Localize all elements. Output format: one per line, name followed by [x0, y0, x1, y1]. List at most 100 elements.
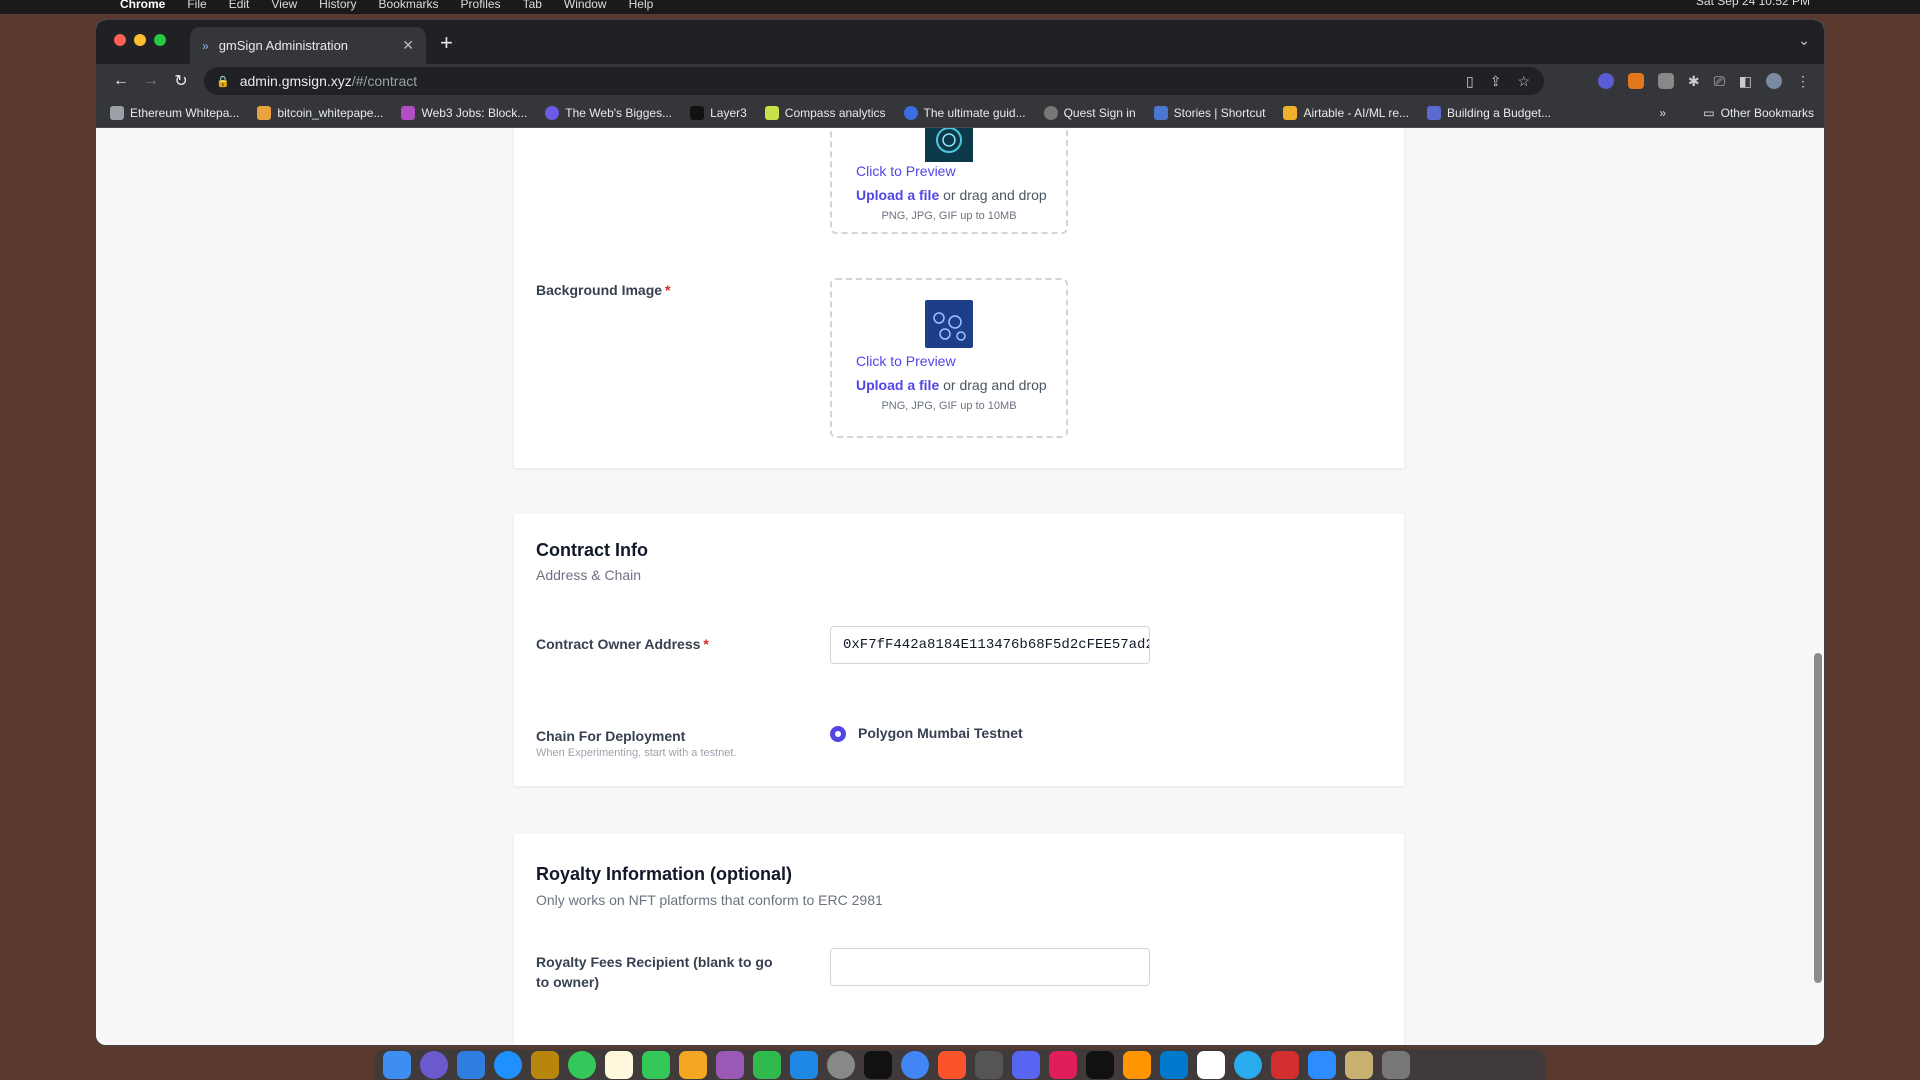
calendar-icon[interactable] — [1197, 1050, 1225, 1079]
system-settings-icon[interactable] — [827, 1050, 855, 1079]
apple-tv-icon[interactable] — [1086, 1050, 1114, 1079]
logo-dropzone[interactable]: Click to Preview Upload a file or drag a… — [830, 128, 1068, 234]
menu-view[interactable]: View — [271, 0, 297, 11]
contract-owner-address-input[interactable]: 0xF7fF442a8184E113476b68F5d2cFEE57ad2 — [830, 626, 1150, 664]
siri-icon[interactable] — [420, 1050, 448, 1079]
sublime-icon[interactable] — [1123, 1050, 1151, 1079]
messages-icon[interactable] — [568, 1050, 596, 1079]
page-icon[interactable]: ▯ — [1466, 73, 1474, 90]
notes-app-icon[interactable] — [531, 1050, 559, 1079]
bookmark-item[interactable]: Layer3 — [690, 105, 747, 120]
trash-icon[interactable] — [1382, 1050, 1410, 1079]
extension-icon[interactable] — [1597, 73, 1614, 89]
chain-deployment-hint: When Experimenting, start with a testnet… — [536, 747, 737, 759]
new-tab-button[interactable]: + — [440, 30, 453, 56]
app-store-icon[interactable] — [790, 1050, 818, 1079]
bookmark-favicon-icon — [1043, 105, 1058, 120]
back-button[interactable]: ← — [106, 72, 136, 90]
bookmark-favicon-icon — [401, 105, 416, 120]
slack-icon[interactable] — [1049, 1050, 1077, 1079]
background-image-label-text: Background Image — [536, 282, 663, 298]
app-icon[interactable] — [975, 1050, 1003, 1079]
logo-upload-link[interactable]: Upload a file — [856, 187, 939, 203]
omnibox-actions: ▯ ⇪ ☆ — [1466, 73, 1530, 90]
extension-icon[interactable] — [1657, 73, 1674, 89]
pages-icon[interactable] — [679, 1050, 707, 1079]
podcasts-icon[interactable] — [716, 1050, 744, 1079]
brave-icon[interactable] — [938, 1050, 966, 1079]
menu-app-name[interactable]: Chrome — [120, 0, 165, 11]
share-icon[interactable]: ⇪ — [1490, 73, 1502, 90]
terminal-icon[interactable] — [864, 1050, 892, 1079]
safari-icon[interactable] — [494, 1050, 522, 1079]
lock-icon[interactable]: 🔒 — [216, 75, 230, 88]
puzzle-icon[interactable]: ✱ — [1688, 73, 1700, 90]
menu-window[interactable]: Window — [564, 0, 607, 11]
zoom-icon[interactable] — [1308, 1050, 1336, 1079]
royalty-subtitle: Only works on NFT platforms that conform… — [536, 892, 883, 908]
background-preview-link[interactable]: Click to Preview — [856, 353, 956, 369]
contract-info-subtitle: Address & Chain — [536, 567, 642, 583]
tab-gmsign[interactable]: » gmSign Administration ✕ — [190, 27, 426, 64]
forward-button[interactable]: → — [136, 72, 166, 90]
royalty-recipient-input[interactable] — [830, 948, 1150, 986]
acrobat-icon[interactable] — [1271, 1050, 1299, 1079]
bookmark-item[interactable]: Web3 Jobs: Block... — [401, 105, 527, 120]
bookmark-item[interactable]: Airtable - AI/ML re... — [1283, 105, 1409, 120]
page-scrollbar[interactable] — [1814, 653, 1822, 983]
address-bar[interactable]: 🔒 admin.gmsign.xyz/#/contract — [204, 67, 1544, 95]
logo-preview-link[interactable]: Click to Preview — [856, 163, 956, 179]
chrome-icon[interactable] — [901, 1050, 929, 1079]
numbers-icon[interactable] — [753, 1050, 781, 1079]
facetime-icon[interactable] — [642, 1050, 670, 1079]
bookmark-star-icon[interactable]: ☆ — [1517, 73, 1530, 90]
cast-icon[interactable]: ⎚ — [1714, 73, 1725, 90]
browser-window: » gmSign Administration ✕ + ⌄ ← → ↻ 🔒 ad… — [96, 20, 1824, 1045]
finder-icon[interactable] — [383, 1050, 411, 1079]
bookmark-item[interactable]: Quest Sign in — [1043, 105, 1136, 120]
menu-profiles[interactable]: Profiles — [461, 0, 501, 11]
bookmark-item[interactable]: The Web's Bigges... — [545, 105, 673, 120]
tab-title: gmSign Administration — [218, 38, 349, 53]
metamask-icon[interactable] — [1627, 73, 1644, 89]
maximize-window-button[interactable] — [154, 34, 166, 46]
vscode-icon[interactable] — [1160, 1050, 1188, 1079]
background-thumbnail-image[interactable] — [925, 300, 973, 348]
bookmark-item[interactable]: Ethereum Whitepa... — [110, 105, 239, 120]
menu-edit[interactable]: Edit — [229, 0, 250, 11]
background-dropzone[interactable]: Click to Preview Upload a file or drag a… — [830, 278, 1068, 438]
notes-icon[interactable] — [605, 1050, 633, 1079]
other-bookmarks[interactable]: ▭ Other Bookmarks — [1703, 106, 1814, 120]
mail-icon[interactable] — [457, 1050, 485, 1079]
menu-bookmarks[interactable]: Bookmarks — [379, 0, 439, 11]
menu-help[interactable]: Help — [629, 0, 654, 11]
menubar-clock[interactable]: Sat Sep 24 10:52 PM — [1696, 0, 1810, 8]
reload-button[interactable]: ↻ — [166, 71, 196, 91]
minimize-window-button[interactable] — [134, 34, 146, 46]
discord-icon[interactable] — [1012, 1050, 1040, 1079]
menu-history[interactable]: History — [319, 0, 356, 11]
close-window-button[interactable] — [114, 34, 126, 46]
menu-file[interactable]: File — [187, 0, 206, 11]
polygon-mumbai-radio[interactable] — [830, 726, 846, 742]
logo-thumbnail-image[interactable] — [925, 128, 973, 168]
tab-search-chevron-icon[interactable]: ⌄ — [1798, 32, 1810, 49]
bookmark-item[interactable]: The ultimate guid... — [903, 105, 1026, 120]
telegram-icon[interactable] — [1234, 1050, 1262, 1079]
bookmark-label: The Web's Bigges... — [565, 105, 673, 120]
menu-tab[interactable]: Tab — [523, 0, 542, 11]
royalty-card: Royalty Information (optional) Only work… — [514, 834, 1404, 1045]
more-menu-icon[interactable]: ⋮ — [1796, 73, 1810, 90]
sidepanel-icon[interactable]: ◧ — [1739, 73, 1752, 90]
folder-stack-icon[interactable] — [1345, 1050, 1373, 1079]
polygon-mumbai-radio-label[interactable]: Polygon Mumbai Testnet — [858, 725, 1023, 741]
contract-info-title: Contract Info — [536, 540, 648, 560]
bookmarks-overflow-button[interactable]: » — [1659, 106, 1666, 120]
background-upload-link[interactable]: Upload a file — [856, 377, 939, 393]
bookmark-item[interactable]: Building a Budget... — [1427, 105, 1551, 120]
bookmark-item[interactable]: bitcoin_whitepape... — [257, 105, 383, 120]
profile-avatar[interactable] — [1766, 73, 1782, 89]
close-tab-icon[interactable]: ✕ — [402, 37, 414, 54]
bookmark-item[interactable]: Compass analytics — [764, 105, 886, 120]
bookmark-item[interactable]: Stories | Shortcut — [1153, 105, 1265, 120]
